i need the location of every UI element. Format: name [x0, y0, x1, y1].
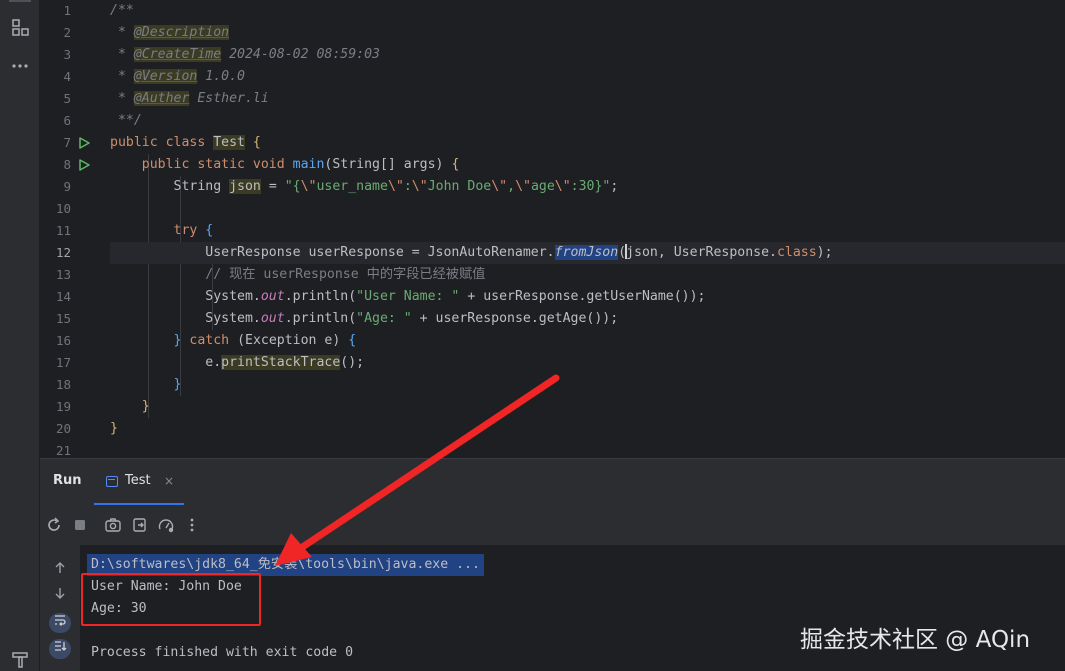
run-panel-header: Run Test ×	[40, 459, 1065, 505]
run-toolbar	[40, 505, 1065, 545]
code-line-12: UserResponse userResponse = JsonAutoRena…	[110, 242, 1065, 264]
tab-label: Test	[125, 473, 151, 488]
code-line-13: // 现在 userResponse 中的字段已经被赋值	[205, 267, 486, 282]
left-tool-strip	[0, 0, 40, 671]
line-number: 16	[55, 333, 71, 348]
scroll-up-icon[interactable]	[49, 561, 71, 581]
line-number: 1	[63, 3, 71, 18]
stop-icon[interactable]	[71, 516, 89, 534]
soft-wrap-icon[interactable]	[49, 613, 71, 633]
code-line-7: public class Test {	[110, 135, 261, 150]
scroll-down-icon[interactable]	[49, 586, 71, 606]
line-number: 2	[63, 25, 71, 40]
line-number: 4	[63, 69, 71, 84]
line-number: 9	[63, 179, 71, 194]
hammer-icon[interactable]	[10, 650, 30, 671]
line-number: 19	[55, 399, 71, 414]
code-line-20: }	[110, 421, 118, 436]
line-number: 5	[63, 91, 71, 106]
watermark-text: 掘金技术社区 @ AQin	[800, 627, 1031, 653]
code-line-6: **/	[110, 113, 142, 128]
line-number: 6	[63, 113, 71, 128]
code-line-16: } catch (Exception e) {	[173, 333, 357, 348]
line-number: 15	[55, 311, 71, 326]
camera-icon[interactable]	[104, 516, 122, 534]
line-number: 8	[63, 157, 71, 172]
code-line-15: System.out.println("Age: " + userRespons…	[205, 311, 619, 326]
console-exit-line: Process finished with exit code 0	[91, 645, 354, 660]
code-line-18: }	[173, 377, 182, 392]
code-editor[interactable]: 1 2 3 4 5 6 7 8 9 10 11 12 13 14 15 16 1…	[40, 0, 1065, 458]
line-number: 13	[55, 267, 71, 282]
run-class-icon[interactable]	[78, 137, 90, 149]
structure-icon[interactable]	[10, 18, 30, 41]
scroll-to-end-icon[interactable]	[49, 639, 71, 659]
line-number: 20	[55, 421, 71, 436]
run-panel-title[interactable]: Run	[53, 473, 82, 488]
console-side-toolbar	[40, 545, 80, 671]
run-main-icon[interactable]	[78, 159, 90, 171]
more-options-icon[interactable]	[183, 516, 201, 534]
code-text-area[interactable]: /** * @Description * @CreateTime 2024-08…	[110, 0, 1065, 458]
close-icon[interactable]: ×	[164, 474, 174, 488]
line-number: 3	[63, 47, 71, 62]
code-line-9: String json = "{\"user_name\":\"John Doe…	[173, 179, 619, 194]
line-number: 12	[55, 245, 71, 260]
rerun-icon[interactable]	[45, 516, 63, 534]
line-number: 18	[55, 377, 71, 392]
line-gutter: 1 2 3 4 5 6 7 8 9 10 11 12 13 14 15 16 1…	[40, 0, 100, 458]
more-icon[interactable]	[10, 56, 30, 79]
code-line-14: System.out.println("User Name: " + userR…	[205, 289, 706, 304]
exit-icon[interactable]	[131, 516, 149, 534]
code-line-4: * @Version 1.0.0	[110, 69, 245, 84]
line-number: 11	[55, 223, 71, 238]
code-line-3: * @CreateTime 2024-08-02 08:59:03	[110, 47, 380, 62]
profiler-icon[interactable]	[157, 516, 175, 534]
code-line-17: e.printStackTrace();	[205, 355, 365, 370]
console-tab-icon	[106, 476, 118, 487]
code-line-19: }	[141, 399, 150, 414]
code-line-5: * @Auther Esther.li	[110, 91, 269, 106]
annotation-highlight-box	[81, 573, 261, 626]
code-line-11: try {	[173, 223, 214, 238]
code-line-8: public static void main(String[] args) {	[141, 157, 460, 172]
tool-strip-divider	[9, 0, 31, 2]
tab-test[interactable]: Test ×	[94, 459, 184, 505]
line-number: 14	[55, 289, 71, 304]
line-number: 7	[63, 135, 71, 150]
line-number: 21	[55, 443, 71, 458]
code-line-1: /**	[110, 3, 134, 18]
line-number: 10	[55, 201, 71, 216]
code-line-2: * @Description	[110, 25, 230, 40]
line-number: 17	[55, 355, 71, 370]
